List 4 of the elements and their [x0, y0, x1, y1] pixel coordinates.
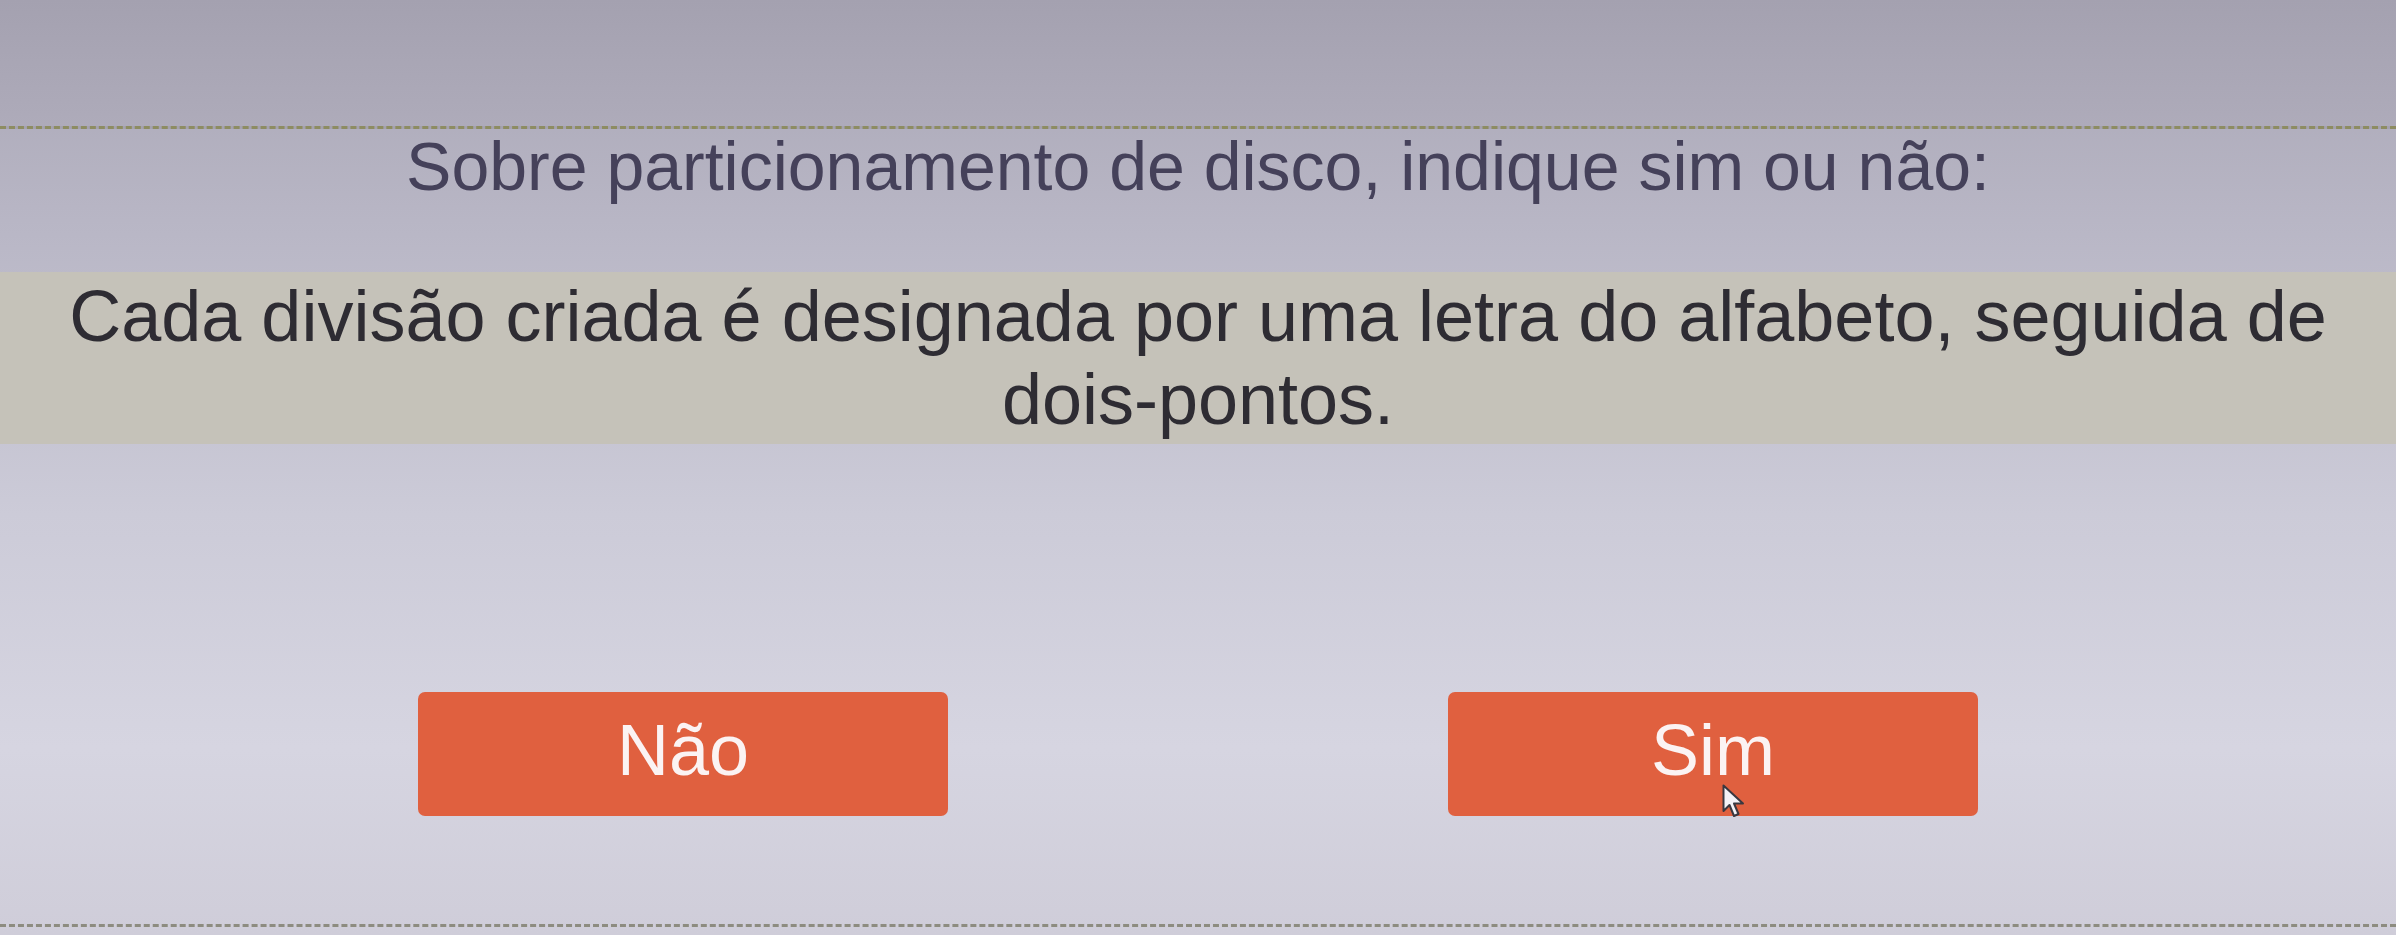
question-text: Cada divisão criada é designada por uma letra do alfabeto, seguida de dois-pontos.: [0, 272, 2396, 444]
answer-button[interactable]: Sim: [1448, 692, 1978, 816]
answer-button[interactable]: Não: [418, 692, 948, 816]
mouse-pointer-icon: [1722, 784, 1747, 819]
